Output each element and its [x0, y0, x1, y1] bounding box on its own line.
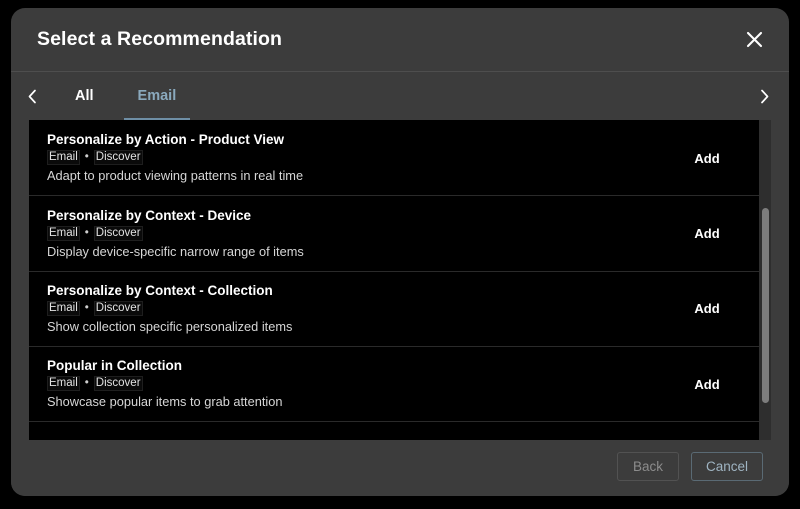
- list-item-content: Personalize by Context - Device Email • …: [47, 207, 659, 261]
- list-item-tags: Email • Discover: [47, 376, 659, 392]
- add-button[interactable]: Add: [684, 145, 729, 172]
- recommendation-list: Personalize by Action - Product View Ema…: [29, 120, 759, 440]
- chevron-right-icon[interactable]: [743, 72, 785, 120]
- category-tag: Discover: [93, 150, 143, 166]
- back-button[interactable]: Back: [616, 451, 679, 481]
- channel-tag: Email: [47, 301, 80, 317]
- dialog-header: Select a Recommendation: [11, 8, 789, 72]
- tab-bar: All Email: [11, 72, 789, 120]
- tab-all[interactable]: All: [53, 72, 116, 120]
- list-item[interactable]: Personalize by Context - Collection Emai…: [29, 272, 759, 347]
- list-item-content: Popular in Collection Email • Discover S…: [47, 357, 659, 411]
- list-item-tags: Email • Discover: [47, 225, 659, 241]
- category-tag: Discover: [93, 301, 143, 317]
- list-item-title: Personalize by Context - Device: [47, 207, 252, 223]
- list-item[interactable]: Personalize by Action - Product View Ema…: [29, 121, 759, 197]
- tag-separator: •: [84, 226, 89, 239]
- chevron-left-icon[interactable]: [11, 72, 53, 120]
- add-button[interactable]: Add: [684, 371, 729, 398]
- cancel-button[interactable]: Cancel: [690, 451, 763, 481]
- close-icon[interactable]: [739, 25, 769, 55]
- category-tag: Discover: [93, 225, 143, 241]
- select-recommendation-dialog: Select a Recommendation All Email Person…: [11, 8, 789, 496]
- list-item-title: Personalize by Context - Collection: [47, 282, 273, 298]
- list-item-description: Showcase popular items to grab attention: [47, 394, 283, 410]
- list-item-tags: Email • Discover: [47, 150, 659, 166]
- tag-separator: •: [84, 302, 89, 315]
- list-item[interactable]: Personalize by Context - Device Email • …: [29, 196, 759, 272]
- channel-tag: Email: [47, 225, 80, 241]
- list-item-content: Personalize by Context - Collection Emai…: [47, 282, 659, 336]
- category-tag: Discover: [93, 376, 143, 392]
- list-item-tags: Email • Discover: [47, 301, 659, 317]
- list-item-title: Personalize by Action - Product View: [47, 132, 285, 148]
- list-item[interactable]: Popular in Collection Email • Discover S…: [29, 347, 759, 423]
- list-item-title: Popular in Collection: [47, 358, 183, 374]
- list-item-action: Add: [659, 220, 755, 247]
- tab-list: All Email: [53, 72, 789, 120]
- list-item-action: Add: [659, 295, 755, 322]
- scrollbar-thumb[interactable]: [761, 208, 769, 403]
- list-item-description: Adapt to product viewing patterns in rea…: [47, 168, 304, 184]
- recommendation-list-container: Personalize by Action - Product View Ema…: [29, 120, 771, 440]
- list-item-action: Add: [659, 145, 755, 172]
- list-item-content: Personalize by Action - Product View Ema…: [47, 131, 659, 185]
- channel-tag: Email: [47, 150, 80, 166]
- channel-tag: Email: [47, 376, 80, 392]
- tag-separator: •: [84, 377, 89, 390]
- list-item-action: Add: [659, 371, 755, 398]
- list-item-description: Display device-specific narrow range of …: [47, 243, 304, 259]
- add-button[interactable]: Add: [684, 295, 729, 322]
- tag-separator: •: [84, 151, 89, 164]
- list-scrollbar[interactable]: [759, 120, 771, 440]
- add-button[interactable]: Add: [684, 220, 729, 247]
- dialog-footer: Back Cancel: [11, 440, 789, 496]
- list-item-description: Show collection specific personalized it…: [47, 319, 293, 335]
- tab-email[interactable]: Email: [116, 72, 199, 120]
- page-title: Select a Recommendation: [37, 28, 283, 50]
